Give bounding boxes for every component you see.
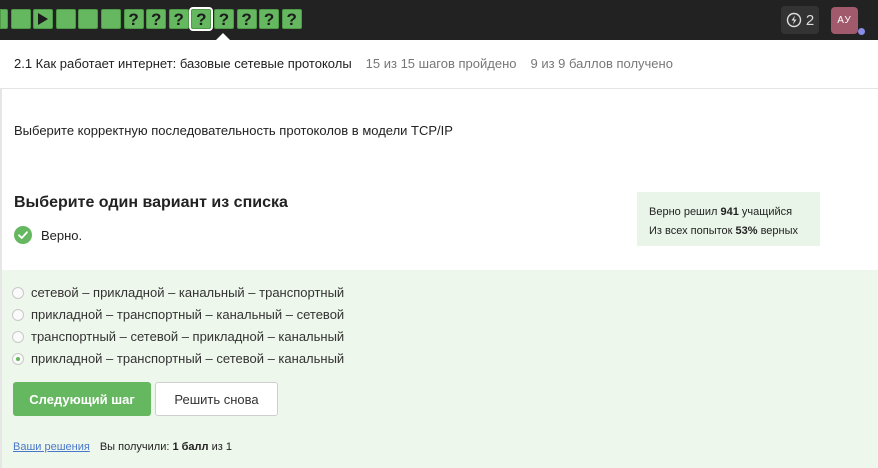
stats-solved: Верно решил 941 учащийся xyxy=(649,206,793,218)
step-tile[interactable]: ? xyxy=(146,9,167,29)
steps-progress: 15 из 15 шагов пройдено xyxy=(365,56,517,71)
check-icon xyxy=(14,226,32,244)
step-tile[interactable] xyxy=(0,9,8,29)
step-tile[interactable] xyxy=(10,9,31,29)
stats-box: Верно решил 941 учащийся Из всех попыток… xyxy=(637,192,820,246)
step-tile[interactable]: ? xyxy=(259,9,280,29)
step-tile[interactable]: ? xyxy=(168,9,189,29)
points-progress: 9 из 9 баллов получено xyxy=(530,56,673,71)
radio-button-selected[interactable] xyxy=(12,352,24,365)
xp-count: 2 xyxy=(805,11,815,29)
radio-button[interactable] xyxy=(12,308,24,321)
solved-count: 941 xyxy=(720,206,739,218)
retry-button[interactable]: Решить снова xyxy=(155,382,278,416)
stats-attempts: Из всех попыток 53% верных xyxy=(649,225,799,237)
your-solutions-link[interactable]: Ваши решения xyxy=(13,441,90,453)
option-2[interactable]: прикладной – транспортный – канальный – … xyxy=(12,307,344,322)
verdict: Верно. xyxy=(14,226,82,244)
xp-indicator[interactable]: 2 xyxy=(781,6,819,34)
option-label: сетевой – прикладной – канальный – транс… xyxy=(31,285,345,300)
breadcrumb: 2.1 Как работает интернет: базовые сетев… xyxy=(14,56,673,71)
option-3[interactable]: транспортный – сетевой – прикладной – ка… xyxy=(12,329,344,344)
lesson-title[interactable]: 2.1 Как работает интернет: базовые сетев… xyxy=(14,56,352,71)
next-step-button[interactable]: Следующий шаг xyxy=(13,382,151,416)
step-tile[interactable]: ? xyxy=(281,9,302,29)
question-text: Выберите корректную последовательность п… xyxy=(14,123,453,138)
step-tile[interactable] xyxy=(100,9,121,29)
top-bar: ???????? 2 АУ xyxy=(0,0,878,40)
step-tile[interactable] xyxy=(78,9,99,29)
step-tile[interactable]: ? xyxy=(213,9,234,29)
notification-dot xyxy=(858,28,865,35)
step-tile[interactable]: ? xyxy=(236,9,257,29)
option-label: транспортный – сетевой – прикладной – ка… xyxy=(31,329,345,344)
current-step-pointer xyxy=(216,33,230,40)
choose-heading: Выберите один вариант из списка xyxy=(14,194,288,211)
option-4[interactable]: прикладной – транспортный – сетевой – ка… xyxy=(12,351,344,366)
option-label: прикладной – транспортный – канальный – … xyxy=(31,307,345,322)
step-tile[interactable]: ? xyxy=(123,9,144,29)
step-tile[interactable] xyxy=(55,9,76,29)
avatar[interactable]: АУ xyxy=(831,7,858,34)
footer: Ваши решения Вы получили: 1 балл из 1 xyxy=(13,441,232,453)
xp-icon xyxy=(786,12,802,28)
divider xyxy=(0,88,878,89)
radio-button[interactable] xyxy=(12,286,24,299)
radio-button[interactable] xyxy=(12,330,24,343)
verdict-text: Верно. xyxy=(41,227,83,243)
score-value: 1 балл xyxy=(172,441,209,453)
option-1[interactable]: сетевой – прикладной – канальный – транс… xyxy=(12,285,344,300)
step-tile[interactable] xyxy=(33,9,54,29)
play-icon xyxy=(38,13,49,25)
correct-percent: 53% xyxy=(735,225,758,237)
step-tile-current[interactable]: ? xyxy=(189,7,214,31)
step-list: ???????? xyxy=(0,7,304,31)
option-label: прикладной – транспортный – сетевой – ка… xyxy=(31,351,345,366)
